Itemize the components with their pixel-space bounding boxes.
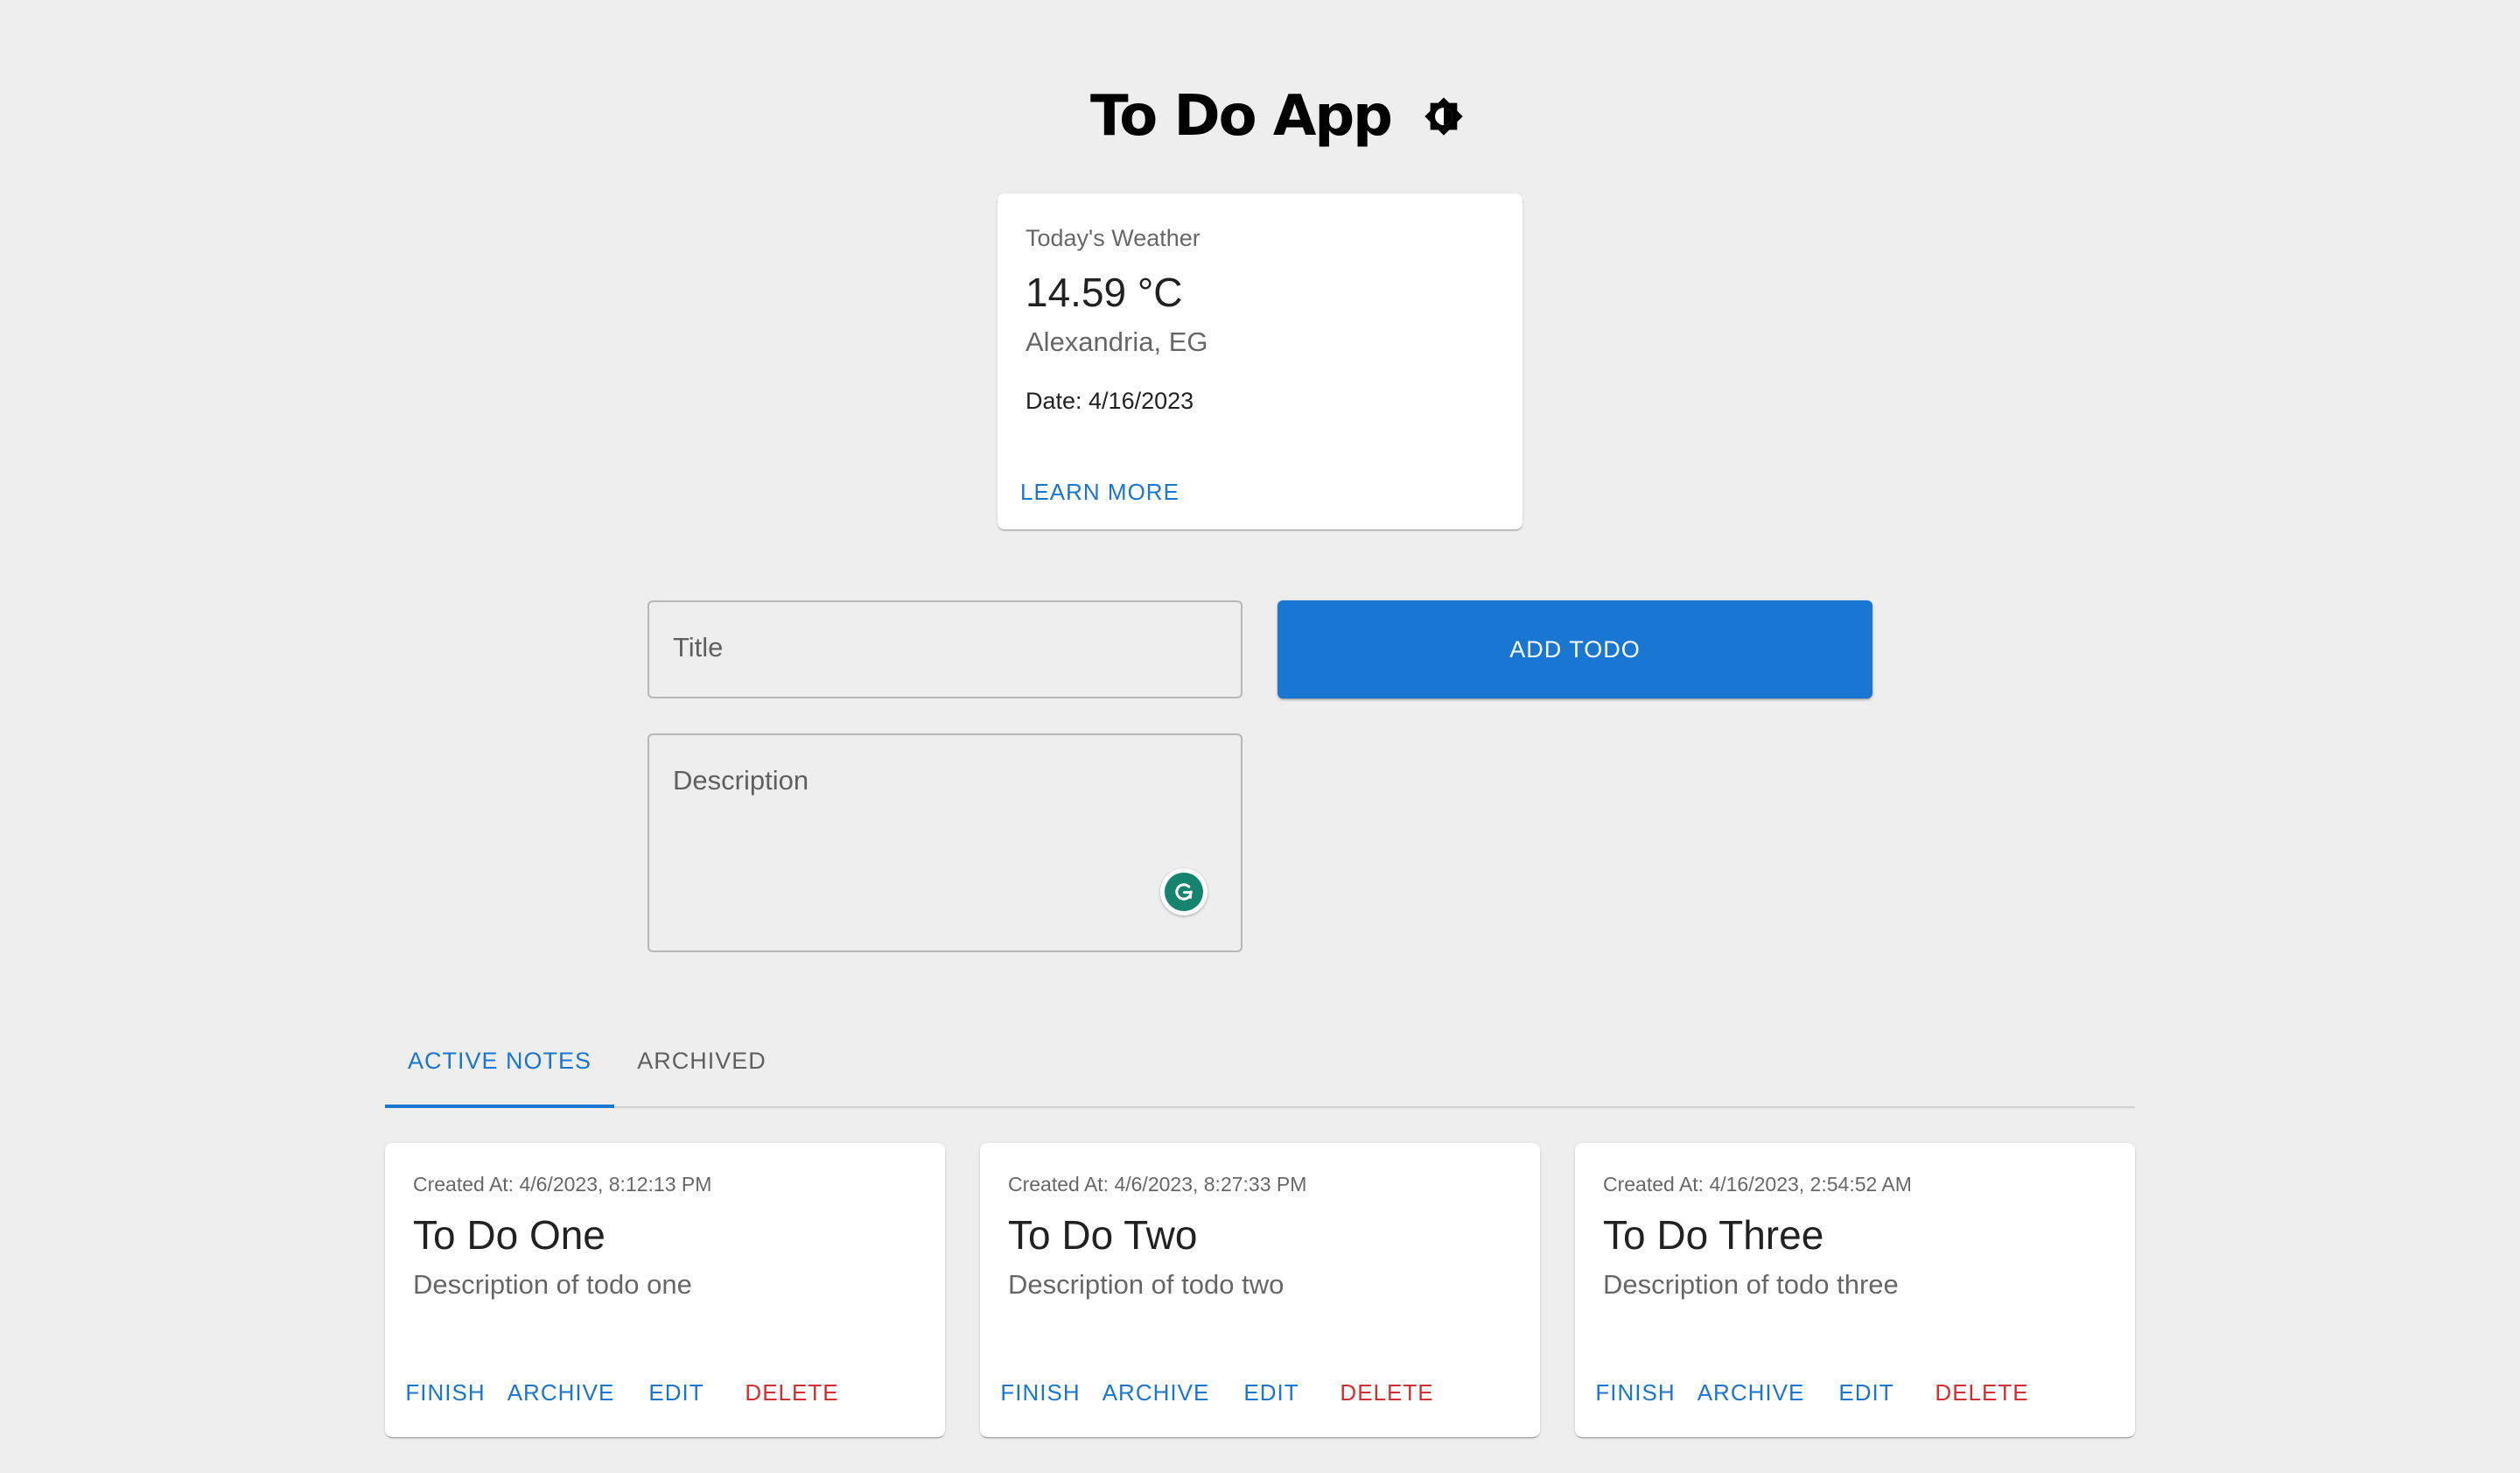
note-description: Description of todo three (1603, 1269, 1899, 1300)
tab-indicator (385, 1105, 614, 1108)
note-title: To Do Two (1008, 1212, 1198, 1258)
finish-button[interactable]: FINISH (992, 1371, 1088, 1415)
edit-button[interactable]: EDIT (1818, 1371, 1914, 1415)
learn-more-button[interactable]: LEARN MORE (1010, 472, 1190, 513)
notes-tabs: ACTIVE NOTES ARCHIVED (385, 1015, 2135, 1108)
note-description: Description of todo one (413, 1269, 692, 1300)
note-actions: FINISH ARCHIVE EDIT DELETE (1587, 1371, 2049, 1415)
title-input[interactable]: Title (648, 600, 1242, 698)
weather-card: Today's Weather 14.59 °C Alexandria, EG … (998, 193, 1522, 530)
brightness-icon (1424, 97, 1463, 136)
note-card: Created At: 4/6/2023, 8:27:33 PM To Do T… (980, 1143, 1540, 1437)
grammarly-icon (1165, 873, 1203, 911)
note-card: Created At: 4/16/2023, 2:54:52 AM To Do … (1575, 1143, 2135, 1437)
archive-button[interactable]: ARCHIVE (1684, 1371, 1818, 1415)
tab-active-notes[interactable]: ACTIVE NOTES (385, 1015, 614, 1106)
edit-button[interactable]: EDIT (628, 1371, 724, 1415)
archive-button[interactable]: ARCHIVE (1088, 1371, 1223, 1415)
add-todo-button[interactable]: ADD TODO (1278, 600, 1872, 698)
weather-temperature: 14.59 °C (1026, 270, 1183, 315)
grammarly-button[interactable] (1160, 868, 1208, 915)
archive-button[interactable]: ARCHIVE (494, 1371, 628, 1415)
delete-button[interactable]: DELETE (1320, 1371, 1454, 1415)
weather-location: Alexandria, EG (1026, 326, 1208, 357)
page-title: To Do App (1090, 84, 1393, 149)
note-card: Created At: 4/6/2023, 8:12:13 PM To Do O… (385, 1143, 945, 1437)
note-created-at: Created At: 4/16/2023, 2:54:52 AM (1603, 1173, 1912, 1196)
note-title: To Do Three (1603, 1212, 1824, 1258)
finish-button[interactable]: FINISH (1587, 1371, 1684, 1415)
delete-button[interactable]: DELETE (724, 1371, 859, 1415)
title-placeholder: Title (673, 632, 724, 663)
note-title: To Do One (413, 1212, 606, 1258)
delete-button[interactable]: DELETE (1914, 1371, 2049, 1415)
theme-toggle-button[interactable] (1423, 95, 1465, 137)
edit-button[interactable]: EDIT (1223, 1371, 1320, 1415)
tab-archived[interactable]: ARCHIVED (614, 1015, 789, 1106)
note-description: Description of todo two (1008, 1269, 1284, 1300)
description-input[interactable]: Description (648, 733, 1242, 952)
app-header: To Do App (0, 77, 2520, 156)
weather-date: Date: 4/16/2023 (1026, 388, 1194, 414)
note-actions: FINISH ARCHIVE EDIT DELETE (397, 1371, 859, 1415)
note-created-at: Created At: 4/6/2023, 8:27:33 PM (1008, 1173, 1307, 1196)
description-placeholder: Description (673, 765, 809, 796)
finish-button[interactable]: FINISH (397, 1371, 494, 1415)
weather-label: Today's Weather (1026, 225, 1200, 251)
note-created-at: Created At: 4/6/2023, 8:12:13 PM (413, 1173, 712, 1196)
note-actions: FINISH ARCHIVE EDIT DELETE (992, 1371, 1454, 1415)
